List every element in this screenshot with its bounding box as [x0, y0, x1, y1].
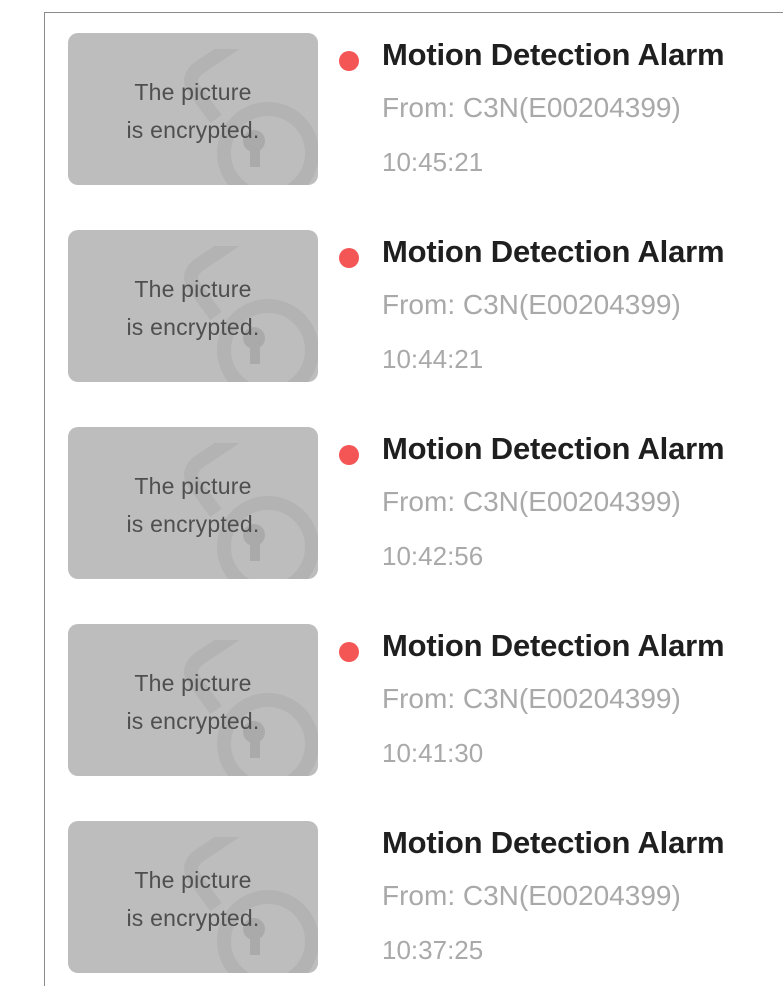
alarm-source: From: C3N(E00204399) [382, 486, 681, 517]
encrypted-picture-label: The picture is encrypted. [68, 861, 318, 937]
alarm-list-item[interactable]: The picture is encrypted. Motion Detecti… [45, 407, 783, 604]
alarm-message-list-panel: The picture is encrypted. Motion Detecti… [44, 12, 783, 986]
alarm-timestamp: 10:37:25 [382, 935, 484, 965]
unread-dot [339, 445, 359, 465]
encrypted-label-line2: is encrypted. [126, 905, 260, 931]
alarm-timestamp: 10:42:56 [382, 541, 484, 571]
encrypted-label-line2: is encrypted. [126, 314, 260, 340]
alarm-source: From: C3N(E00204399) [382, 880, 681, 911]
encrypted-picture-label: The picture is encrypted. [68, 467, 318, 543]
alarm-timestamp: 10:41:30 [382, 738, 484, 768]
encrypted-label-line1: The picture [134, 867, 252, 893]
alarm-thumbnail[interactable]: The picture is encrypted. [68, 821, 318, 973]
alarm-source: From: C3N(E00204399) [382, 92, 681, 123]
alarm-title: Motion Detection Alarm [382, 825, 725, 860]
alarm-list-item[interactable]: The picture is encrypted. Motion Detecti… [45, 13, 783, 210]
encrypted-picture-label: The picture is encrypted. [68, 270, 318, 346]
alarm-title: Motion Detection Alarm [382, 628, 725, 663]
alarm-source: From: C3N(E00204399) [382, 683, 681, 714]
alarm-thumbnail[interactable]: The picture is encrypted. [68, 230, 318, 382]
alarm-title: Motion Detection Alarm [382, 37, 725, 72]
encrypted-label-line1: The picture [134, 670, 252, 696]
alarm-thumbnail[interactable]: The picture is encrypted. [68, 624, 318, 776]
alarm-title: Motion Detection Alarm [382, 234, 725, 269]
unread-dot [339, 51, 359, 71]
encrypted-label-line1: The picture [134, 79, 252, 105]
unread-dot [339, 642, 359, 662]
unread-dot [339, 248, 359, 268]
alarm-source: From: C3N(E00204399) [382, 289, 681, 320]
alarm-thumbnail[interactable]: The picture is encrypted. [68, 33, 318, 185]
alarm-thumbnail[interactable]: The picture is encrypted. [68, 427, 318, 579]
encrypted-label-line2: is encrypted. [126, 708, 260, 734]
alarm-timestamp: 10:44:21 [382, 344, 484, 374]
encrypted-label-line2: is encrypted. [126, 511, 260, 537]
encrypted-label-line1: The picture [134, 473, 252, 499]
alarm-list-item[interactable]: The picture is encrypted. Motion Detecti… [45, 604, 783, 801]
encrypted-picture-label: The picture is encrypted. [68, 73, 318, 149]
alarm-title: Motion Detection Alarm [382, 431, 725, 466]
alarm-list-item[interactable]: The picture is encrypted. Motion Detecti… [45, 210, 783, 407]
alarm-list-item[interactable]: The picture is encrypted. Motion Detecti… [45, 801, 783, 998]
encrypted-label-line2: is encrypted. [126, 117, 260, 143]
encrypted-label-line1: The picture [134, 276, 252, 302]
encrypted-picture-label: The picture is encrypted. [68, 664, 318, 740]
alarm-timestamp: 10:45:21 [382, 147, 484, 177]
